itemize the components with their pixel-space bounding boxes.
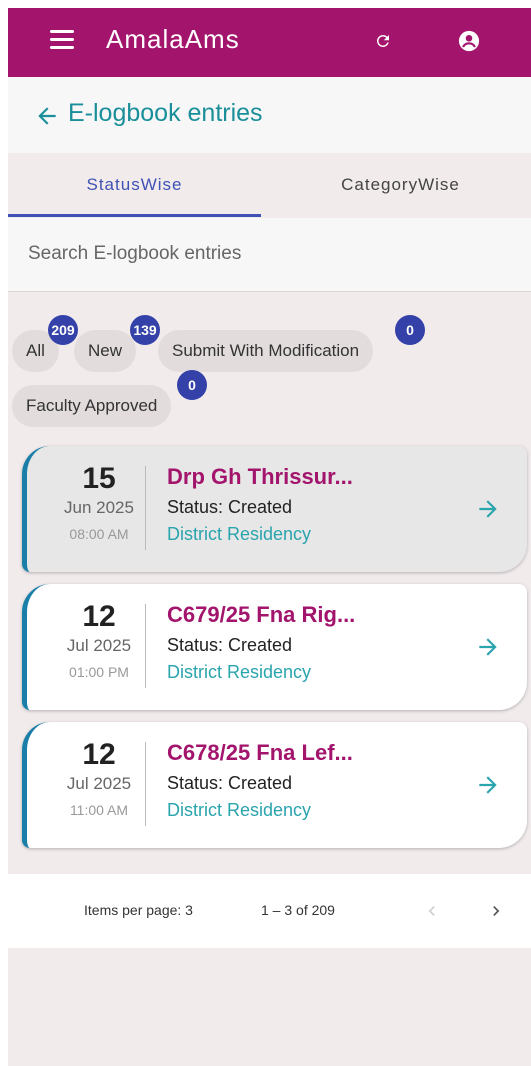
search-bar	[8, 218, 531, 292]
entry-department: District Residency	[167, 524, 312, 544]
arrow-right-icon[interactable]	[475, 496, 501, 522]
tab-statuswise[interactable]: StatusWise	[8, 153, 261, 217]
entry-card[interactable]: 12 Jul 2025 01:00 PM C679/25 Fna Rig... …	[22, 584, 527, 710]
entry-title: C678/25 Fna Lef...	[167, 740, 353, 765]
active-tab-indicator	[8, 214, 261, 217]
range-label: 1 – 3 of 209	[261, 902, 335, 918]
page-title: E-logbook entries	[68, 99, 263, 127]
count-badge: 209	[48, 315, 78, 345]
entry-time: 08:00 AM	[69, 526, 129, 542]
entry-card[interactable]: 15 Jun 2025 08:00 AM Drp Gh Thrissur... …	[22, 446, 527, 572]
entry-title: Drp Gh Thrissur...	[167, 464, 353, 489]
chip-new[interactable]: New	[74, 330, 137, 372]
entry-month: Jun 2025	[64, 498, 134, 517]
chip-faculty-approved[interactable]: Faculty Approved	[12, 385, 172, 427]
arrow-right-icon[interactable]	[475, 634, 501, 660]
paginator: Items per page: 3 1 – 3 of 209	[8, 874, 531, 948]
entry-status: Status: Created	[167, 497, 293, 517]
chevron-right-icon[interactable]	[486, 900, 506, 922]
entry-status: Status: Created	[167, 773, 293, 793]
entry-title: C679/25 Fna Rig...	[167, 602, 356, 627]
count-badge: 139	[130, 315, 160, 345]
divider	[145, 466, 146, 550]
account-circle-icon[interactable]	[454, 26, 484, 56]
count-badge: 0	[177, 370, 207, 400]
chip-label: New	[88, 341, 123, 360]
refresh-icon[interactable]	[368, 26, 398, 56]
entry-day: 15	[82, 462, 116, 495]
divider	[145, 604, 146, 688]
entry-department: District Residency	[167, 800, 312, 820]
count-badge: 0	[395, 315, 425, 345]
chip-submit-with-modification[interactable]: Submit With Modification	[158, 330, 374, 372]
entry-status: Status: Created	[167, 635, 293, 655]
entry-day: 12	[82, 738, 116, 771]
chip-label: All	[26, 341, 45, 360]
entry-time: 11:00 AM	[69, 802, 129, 818]
entry-card[interactable]: 12 Jul 2025 11:00 AM C678/25 Fna Lef... …	[22, 722, 527, 848]
entry-department: District Residency	[167, 662, 312, 682]
app-title: AmalaAms	[106, 24, 240, 54]
items-per-page-label: Items per page: 3	[84, 902, 193, 918]
tab-categorywise[interactable]: CategoryWise	[270, 153, 531, 217]
entry-day: 12	[82, 600, 116, 633]
menu-icon[interactable]	[50, 30, 74, 49]
arrow-left-icon[interactable]	[34, 103, 60, 129]
chevron-left-icon[interactable]	[422, 900, 442, 922]
entry-time: 01:00 PM	[69, 664, 129, 680]
arrow-right-icon[interactable]	[475, 772, 501, 798]
app-bar: AmalaAms	[8, 8, 531, 77]
tab-bar: StatusWise CategoryWise	[8, 153, 531, 217]
entry-month: Jul 2025	[66, 636, 132, 655]
divider	[145, 742, 146, 826]
chip-label: Faculty Approved	[26, 396, 158, 415]
app-frame: AmalaAms E-logbook entries StatusWise Ca…	[8, 8, 531, 1066]
chip-label: Submit With Modification	[172, 341, 360, 360]
page-header: E-logbook entries	[8, 77, 531, 153]
search-input[interactable]	[28, 236, 508, 272]
entry-month: Jul 2025	[66, 774, 132, 793]
